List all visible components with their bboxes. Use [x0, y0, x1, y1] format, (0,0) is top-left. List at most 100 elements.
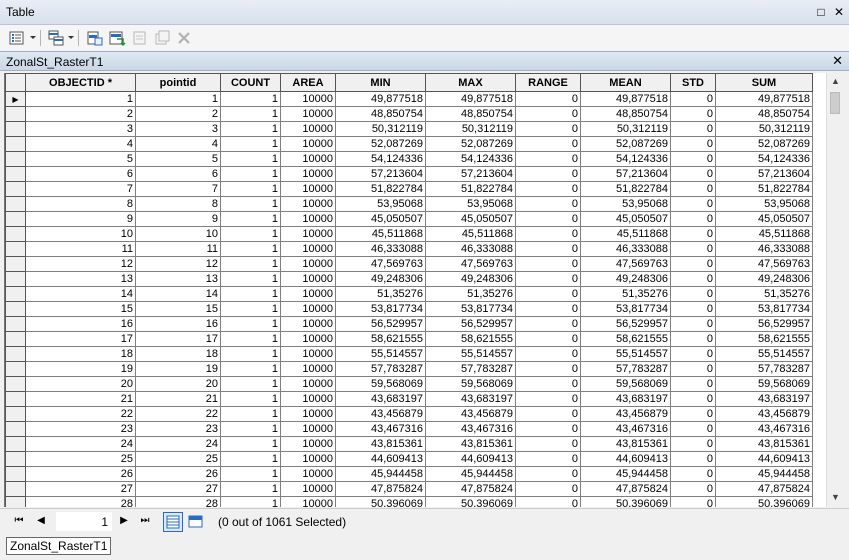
- table-cell[interactable]: 10000: [280, 496, 336, 507]
- delete-selected-icon[interactable]: [153, 29, 171, 47]
- table-row[interactable]: 17 17 1 10000 58,621555 58,621555 0 58,621555 0 5…: [5, 331, 813, 347]
- table-cell[interactable]: 47,569763: [580, 256, 671, 272]
- table-cell[interactable]: 58,621555: [425, 331, 516, 347]
- table-cell[interactable]: 0: [515, 361, 581, 377]
- table-cell[interactable]: 59,568069: [335, 376, 426, 392]
- table-cell[interactable]: 1: [220, 406, 281, 422]
- table-cell[interactable]: 45,944458: [715, 466, 813, 482]
- table-row[interactable]: 19 19 1 10000 57,783287 57,783287 0 57,783287 0 5…: [5, 361, 813, 377]
- table-cell[interactable]: 1: [220, 166, 281, 182]
- table-cell[interactable]: 0: [515, 301, 581, 317]
- table-cell[interactable]: 51,35276: [335, 286, 426, 302]
- table-cell[interactable]: 57,783287: [335, 361, 426, 377]
- table-cell[interactable]: 22: [135, 406, 221, 422]
- table-cell[interactable]: 47,569763: [425, 256, 516, 272]
- table-cell[interactable]: 57,213604: [715, 166, 813, 182]
- column-header[interactable]: AREA: [280, 73, 336, 92]
- table-cell[interactable]: 1: [220, 466, 281, 482]
- table-cell[interactable]: 0: [515, 466, 581, 482]
- table-cell[interactable]: 1: [220, 241, 281, 257]
- table-cell[interactable]: 0: [515, 271, 581, 287]
- table-cell[interactable]: 49,877518: [335, 91, 426, 107]
- table-cell[interactable]: 2: [135, 106, 221, 122]
- table-cell[interactable]: 10000: [280, 361, 336, 377]
- table-cell[interactable]: 0: [515, 106, 581, 122]
- table-cell[interactable]: 0: [515, 91, 581, 107]
- table-cell[interactable]: 47,875824: [335, 481, 426, 497]
- table-cell[interactable]: 0: [670, 106, 716, 122]
- table-cell[interactable]: 0: [670, 376, 716, 392]
- table-cell[interactable]: 7: [25, 181, 136, 197]
- table-cell[interactable]: 51,822784: [425, 181, 516, 197]
- table-cell[interactable]: 59,568069: [425, 376, 516, 392]
- table-cell[interactable]: 54,124336: [425, 151, 516, 167]
- table-cell[interactable]: 59,568069: [580, 376, 671, 392]
- table-cell[interactable]: 0: [670, 466, 716, 482]
- table-cell[interactable]: 9: [25, 211, 136, 227]
- table-cell[interactable]: 17: [25, 331, 136, 347]
- table-cell[interactable]: 10000: [280, 241, 336, 257]
- table-cell[interactable]: 43,467316: [335, 421, 426, 437]
- first-record-icon[interactable]: ⏮: [12, 514, 26, 528]
- table-cell[interactable]: 52,087269: [335, 136, 426, 152]
- row-selector[interactable]: [5, 301, 26, 317]
- table-cell[interactable]: 0: [670, 91, 716, 107]
- switch-selection-icon[interactable]: [108, 29, 126, 47]
- table-cell[interactable]: 0: [670, 241, 716, 257]
- table-cell[interactable]: 1: [220, 211, 281, 227]
- table-cell[interactable]: 10000: [280, 301, 336, 317]
- table-cell[interactable]: 0: [670, 256, 716, 272]
- column-header[interactable]: STD: [670, 73, 716, 92]
- row-selector[interactable]: [5, 211, 26, 227]
- table-cell[interactable]: 51,822784: [335, 181, 426, 197]
- table-cell[interactable]: 51,35276: [715, 286, 813, 302]
- table-cell[interactable]: 43,467316: [580, 421, 671, 437]
- table-row[interactable]: 14 14 1 10000 51,35276 51,35276 0 51,35276 0 51,3…: [5, 286, 813, 302]
- table-cell[interactable]: 53,817734: [580, 301, 671, 317]
- table-cell[interactable]: 20: [135, 376, 221, 392]
- table-cell[interactable]: 16: [135, 316, 221, 332]
- row-selector[interactable]: [5, 256, 26, 272]
- table-cell[interactable]: 1: [220, 286, 281, 302]
- table-row[interactable]: 13 13 1 10000 49,248306 49,248306 0 49,248306 0 4…: [5, 271, 813, 287]
- table-cell[interactable]: 53,817734: [425, 301, 516, 317]
- row-selector[interactable]: [5, 391, 26, 407]
- table-cell[interactable]: 0: [670, 331, 716, 347]
- row-selector[interactable]: [5, 121, 26, 137]
- column-header[interactable]: pointid: [135, 73, 221, 92]
- table-cell[interactable]: 24: [135, 436, 221, 452]
- table-row[interactable]: 18 18 1 10000 55,514557 55,514557 0 55,514557 0 5…: [5, 346, 813, 362]
- table-cell[interactable]: 10000: [280, 106, 336, 122]
- table-cell[interactable]: 50,396069: [425, 496, 516, 507]
- table-cell[interactable]: 0: [670, 316, 716, 332]
- table-cell[interactable]: 43,683197: [715, 391, 813, 407]
- table-cell[interactable]: 57,783287: [425, 361, 516, 377]
- table-cell[interactable]: 43,467316: [715, 421, 813, 437]
- table-cell[interactable]: 43,456879: [715, 406, 813, 422]
- row-selector[interactable]: [5, 406, 26, 422]
- attribute-table-grid[interactable]: OBJECTID * pointid COUNT AREA MIN MAX RA…: [4, 73, 826, 507]
- row-selector[interactable]: [5, 106, 26, 122]
- table-cell[interactable]: 52,087269: [715, 136, 813, 152]
- table-cell[interactable]: 10000: [280, 136, 336, 152]
- table-cell[interactable]: 51,35276: [580, 286, 671, 302]
- clear-selection-icon[interactable]: [131, 29, 149, 47]
- table-cell[interactable]: 0: [515, 121, 581, 137]
- table-cell[interactable]: 1: [220, 481, 281, 497]
- table-cell[interactable]: 57,213604: [425, 166, 516, 182]
- table-cell[interactable]: 0: [670, 421, 716, 437]
- table-cell[interactable]: 10: [25, 226, 136, 242]
- table-cell[interactable]: 22: [25, 406, 136, 422]
- table-cell[interactable]: 10000: [280, 226, 336, 242]
- table-cell[interactable]: 0: [515, 496, 581, 507]
- table-cell[interactable]: 25: [25, 451, 136, 467]
- row-selector[interactable]: [5, 181, 26, 197]
- table-cell[interactable]: 1: [220, 226, 281, 242]
- table-row[interactable]: 15 15 1 10000 53,817734 53,817734 0 53,817734 0 5…: [5, 301, 813, 317]
- table-cell[interactable]: 0: [670, 271, 716, 287]
- table-cell[interactable]: 10000: [280, 421, 336, 437]
- table-cell[interactable]: 1: [220, 91, 281, 107]
- table-cell[interactable]: 1: [220, 451, 281, 467]
- table-cell[interactable]: 1: [220, 256, 281, 272]
- table-cell[interactable]: 59,568069: [715, 376, 813, 392]
